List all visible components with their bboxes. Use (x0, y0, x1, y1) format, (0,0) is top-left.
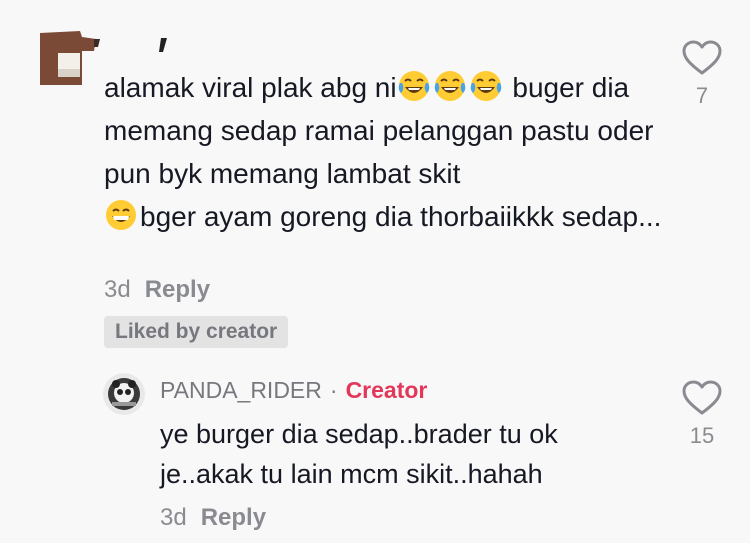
reply-text: ye burger dia sedap..brader tu ok je..ak… (160, 419, 558, 489)
reply-like-count: 15 (689, 423, 715, 448)
reply-avatar[interactable] (103, 373, 145, 415)
creator-badge: Creator (345, 377, 428, 403)
separator-dot: · (329, 377, 338, 403)
comment-time: 3d (104, 276, 131, 303)
face-with-tears-of-joy-icon (397, 69, 431, 103)
grinning-face-icon (104, 198, 138, 232)
comment-like-count: 7 (695, 83, 709, 108)
liked-by-creator-badge: Liked by creator (104, 316, 289, 348)
reply-reply-button[interactable]: Reply (201, 504, 266, 531)
comment-text: alamak viral plak abg ni buger dia meman… (104, 66, 664, 238)
reply-time: 3d (160, 504, 187, 531)
comment-reply-button[interactable]: Reply (145, 276, 210, 303)
face-with-tears-of-joy-icon (433, 69, 467, 103)
comment-meta: 3d Reply (104, 276, 210, 304)
reply-username-row: PANDA_RIDER · Creator (160, 377, 427, 404)
comment-text-part3: bger ayam goreng dia thorbaiikkk sedap..… (140, 201, 662, 232)
username-fragment (157, 38, 169, 52)
heart-outline-icon (682, 40, 722, 75)
reply-username[interactable]: PANDA_RIDER (160, 377, 322, 403)
reply-meta: 3d Reply (160, 504, 266, 532)
reply-like-button[interactable]: 15 (677, 380, 727, 449)
heart-outline-icon (682, 380, 722, 415)
face-with-tears-of-joy-icon (469, 69, 503, 103)
comment-text-part1: alamak viral plak abg ni (104, 72, 397, 103)
commenter-avatar[interactable] (38, 25, 102, 89)
comment-like-button[interactable]: 7 (677, 40, 727, 109)
